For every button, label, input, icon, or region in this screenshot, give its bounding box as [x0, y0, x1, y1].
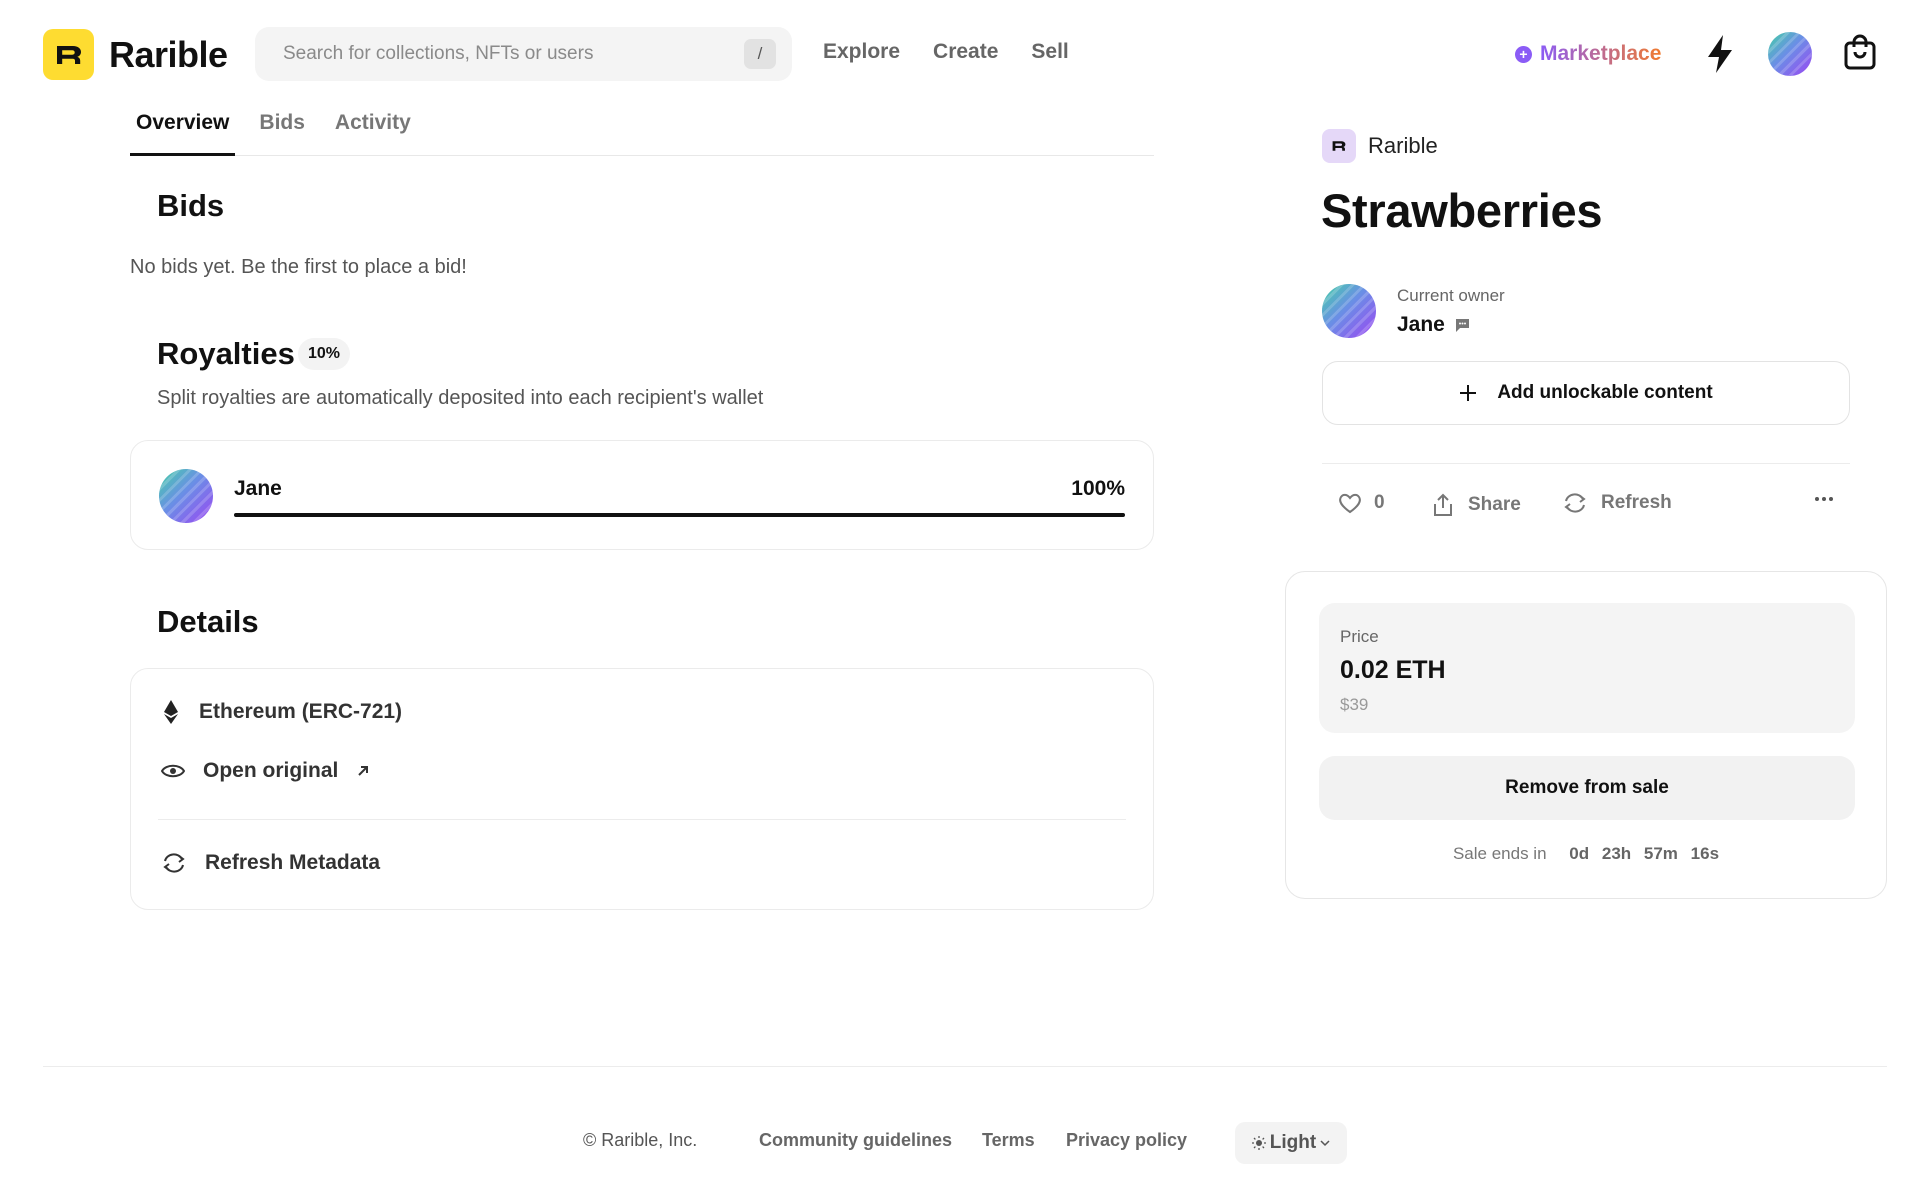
countdown-hours: 23h [1601, 844, 1632, 863]
tab-activity[interactable]: Activity [329, 108, 417, 156]
lightning-icon[interactable] [1705, 34, 1735, 74]
refresh-button[interactable]: Refresh [1561, 492, 1672, 514]
open-original-label: Open original [203, 759, 339, 782]
avatar [159, 469, 213, 523]
refresh-icon [161, 852, 187, 874]
open-original-link[interactable]: Open original [161, 759, 370, 783]
tab-overview[interactable]: Overview [130, 108, 236, 156]
bids-empty-text: No bids yet. Be the first to place a bid… [130, 256, 467, 278]
royalty-share-bar [234, 513, 1125, 517]
refresh-icon [1561, 492, 1589, 514]
footer-divider [43, 1066, 1887, 1067]
share-icon [1430, 492, 1456, 518]
search-shortcut-key: / [744, 39, 776, 69]
owner-name: Jane [1397, 313, 1445, 336]
chat-icon[interactable] [1455, 318, 1470, 333]
terms-link[interactable]: Terms [982, 1130, 1035, 1151]
privacy-policy-link[interactable]: Privacy policy [1066, 1130, 1187, 1151]
item-tabs: Overview Bids Activity [130, 108, 1154, 156]
nav-create[interactable]: Create [933, 40, 998, 64]
search-input[interactable]: Search for collections, NFTs or users / [255, 27, 792, 81]
price-box: Price 0.02 ETH $39 [1319, 603, 1855, 733]
refresh-metadata-button[interactable]: Refresh Metadata [161, 851, 380, 875]
marketplace-link[interactable]: + Marketplace [1515, 42, 1661, 66]
footer: © Rarible, Inc. Community guidelines Ter… [0, 1122, 1920, 1164]
details-card: Ethereum (ERC-721) Open original Refresh… [130, 668, 1154, 910]
item-title: Strawberries [1321, 184, 1603, 237]
share-button[interactable]: Share [1430, 492, 1521, 518]
community-guidelines-link[interactable]: Community guidelines [759, 1130, 952, 1151]
divider [1322, 463, 1850, 464]
chevron-down-icon [1320, 1139, 1330, 1147]
marketplace-label: Marketplace [1540, 42, 1662, 65]
royalties-badge: 10% [298, 338, 351, 370]
owner-label: Current owner [1397, 286, 1505, 305]
tab-bids[interactable]: Bids [253, 108, 311, 156]
countdown-seconds: 16s [1690, 844, 1720, 863]
rarible-logo[interactable]: Rarible [43, 29, 228, 80]
bids-title: Bids [157, 188, 225, 223]
owner-avatar[interactable] [1322, 284, 1376, 338]
price-value: 0.02 ETH [1340, 656, 1446, 684]
plus-icon [1459, 384, 1477, 402]
price-usd: $39 [1340, 695, 1369, 714]
external-arrow-icon [356, 764, 370, 778]
divider [158, 819, 1126, 820]
plus-circle-icon: + [1515, 45, 1532, 63]
rarible-logo-icon [43, 29, 94, 80]
top-header: Rarible Search for collections, NFTs or … [0, 0, 1920, 108]
eye-icon [161, 761, 185, 781]
price-label: Price [1340, 627, 1379, 646]
like-count: 0 [1374, 492, 1385, 513]
sale-card: Price 0.02 ETH $39 Remove from sale Sale… [1285, 571, 1887, 899]
share-label: Share [1468, 494, 1521, 515]
logo-text: Rarible [109, 33, 228, 75]
sale-countdown: Sale ends in 0d 23h 57m 16s [1286, 844, 1886, 864]
unlockable-label: Add unlockable content [1497, 382, 1713, 403]
refresh-metadata-label: Refresh Metadata [205, 851, 381, 874]
user-avatar[interactable] [1768, 32, 1812, 76]
details-title: Details [157, 604, 259, 639]
royalties-description: Split royalties are automatically deposi… [157, 387, 764, 409]
shopping-bag-icon[interactable] [1843, 33, 1877, 71]
collection-name: Rarible [1368, 133, 1438, 158]
blockchain-row: Ethereum (ERC-721) [161, 699, 402, 725]
search-placeholder: Search for collections, NFTs or users [283, 43, 594, 64]
owner-name-link[interactable]: Jane [1397, 313, 1470, 337]
main-nav: Explore Create Sell [823, 40, 1069, 64]
royalty-recipient-card: Jane 100% [130, 440, 1154, 550]
item-actions: 0 Share Refresh [1338, 492, 1850, 524]
theme-selector[interactable]: Light [1235, 1122, 1347, 1164]
ethereum-icon [161, 699, 181, 725]
heart-icon [1338, 492, 1362, 514]
collection-link[interactable]: Rarible [1322, 129, 1438, 163]
remove-from-sale-button[interactable]: Remove from sale [1319, 756, 1855, 820]
sale-ends-label: Sale ends in [1452, 844, 1547, 863]
blockchain-label: Ethereum (ERC-721) [199, 700, 403, 723]
refresh-label: Refresh [1601, 492, 1672, 513]
nav-explore[interactable]: Explore [823, 40, 900, 64]
add-unlockable-content-button[interactable]: Add unlockable content [1322, 361, 1850, 425]
countdown-days: 0d [1569, 844, 1590, 863]
royalty-share-fill [234, 513, 1125, 517]
like-button[interactable]: 0 [1338, 492, 1385, 514]
royalties-title: Royalties [157, 336, 295, 371]
countdown-minutes: 57m [1643, 844, 1678, 863]
nav-sell[interactable]: Sell [1031, 40, 1068, 64]
more-options-button[interactable] [1814, 496, 1834, 502]
collection-icon [1322, 129, 1356, 163]
copyright: © Rarible, Inc. [583, 1130, 698, 1150]
theme-label: Light [1269, 1132, 1317, 1153]
recipient-name: Jane [234, 477, 282, 500]
recipient-percent: 100% [1071, 477, 1125, 500]
sun-icon [1251, 1136, 1266, 1150]
ellipsis-icon [1814, 496, 1834, 502]
